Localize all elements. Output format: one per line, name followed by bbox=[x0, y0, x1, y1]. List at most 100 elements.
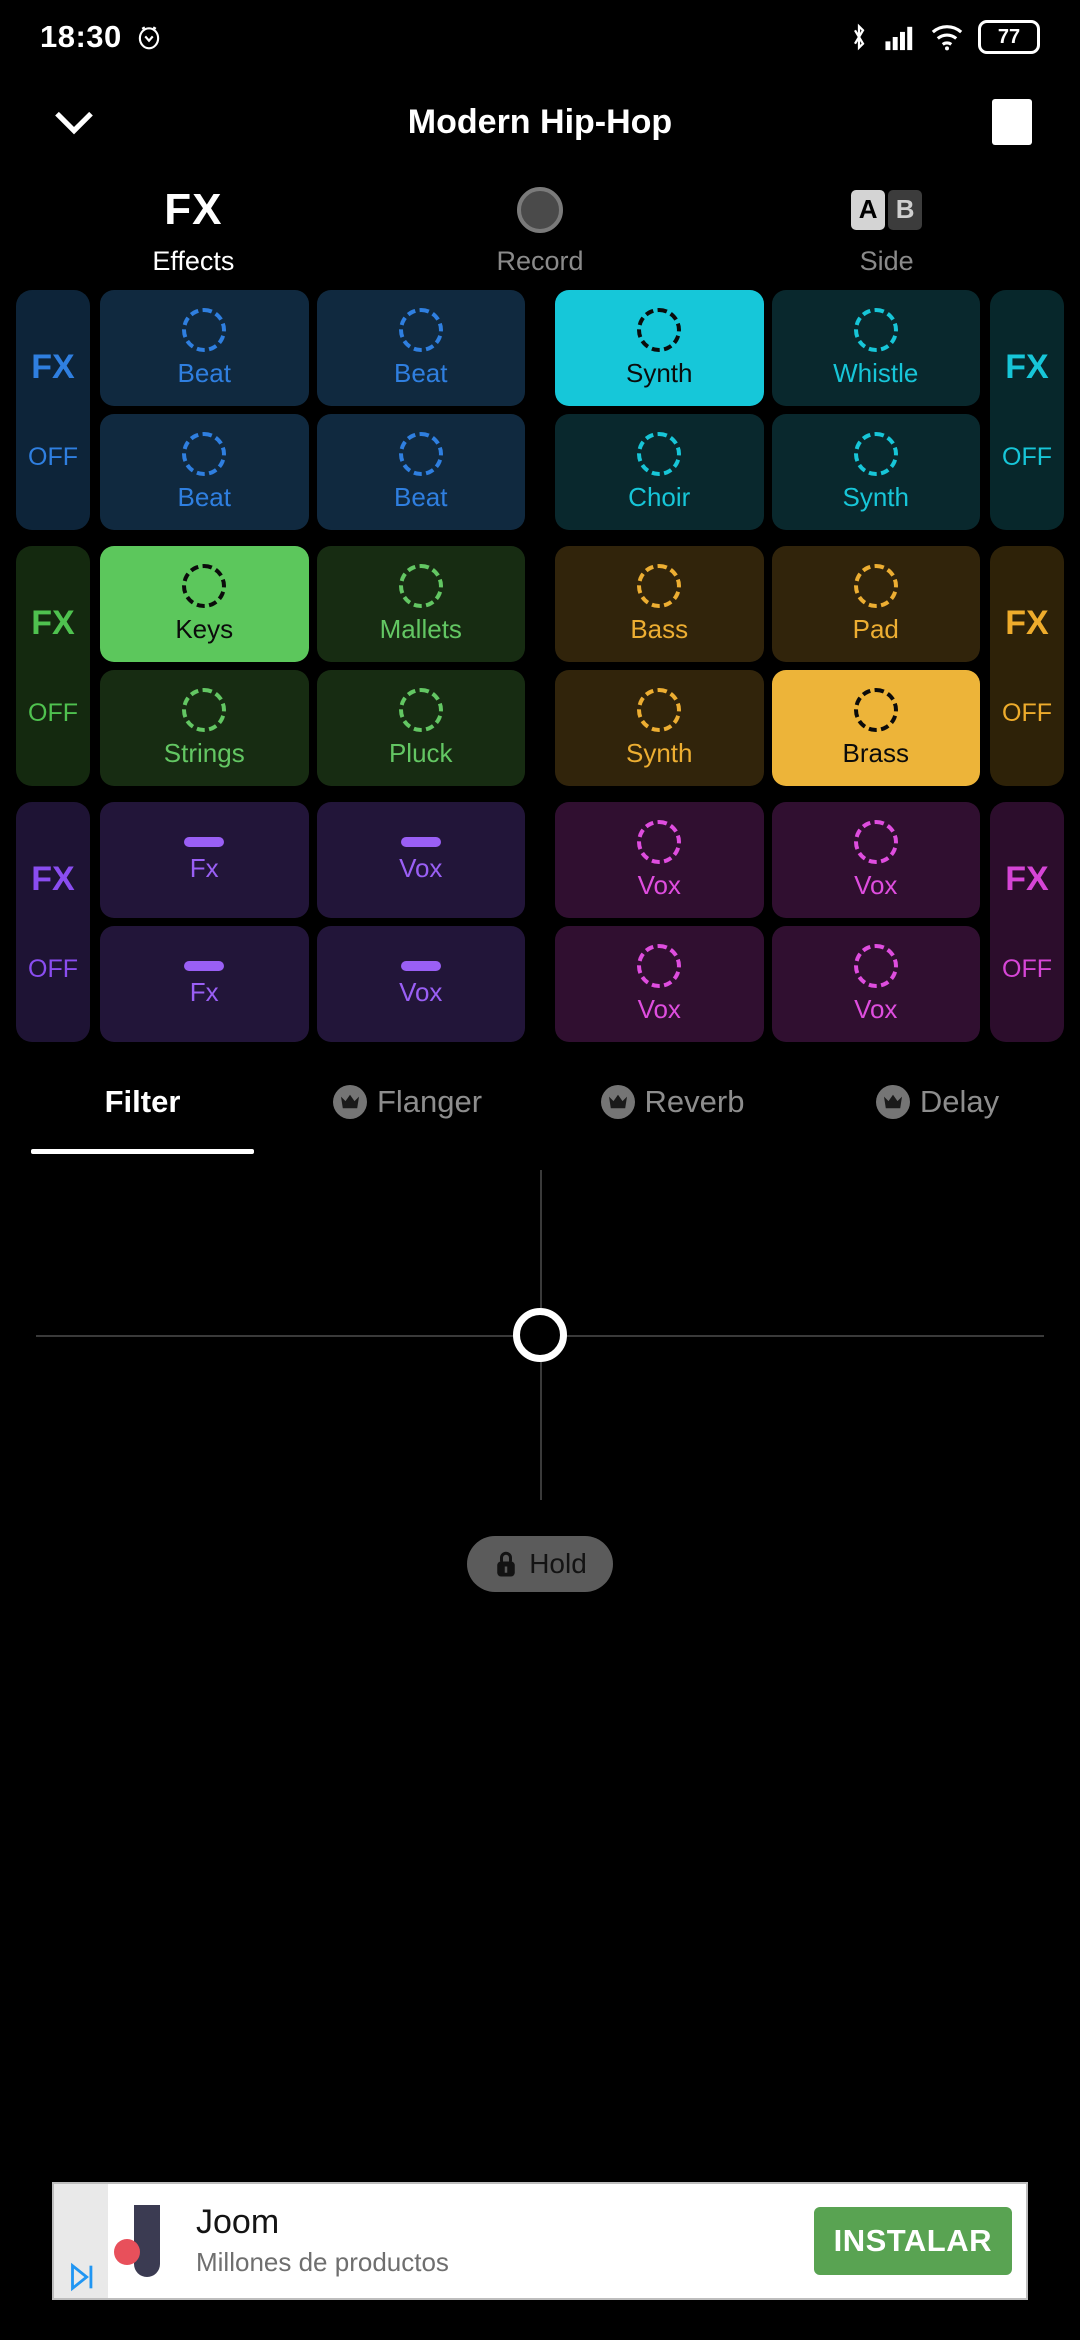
tab-delay[interactable]: Delay bbox=[805, 1058, 1070, 1146]
status-bar: 18:30 77 bbox=[0, 0, 1080, 74]
fx-column-right-green[interactable]: FX OFF bbox=[990, 546, 1064, 786]
dashed-ring-icon bbox=[182, 431, 227, 476]
pad-brass[interactable]: Brass bbox=[771, 670, 980, 786]
pad-fx-2[interactable]: Fx bbox=[100, 926, 309, 1042]
tab-label: Reverb bbox=[644, 1084, 745, 1119]
hold-button[interactable]: Hold bbox=[467, 1536, 613, 1592]
chevron-down-icon bbox=[55, 111, 93, 135]
fx-column-left-blue[interactable]: FX OFF bbox=[16, 290, 90, 530]
pad-label: Vox bbox=[399, 976, 443, 1007]
dashed-ring-icon bbox=[182, 307, 227, 352]
fx-title: FX bbox=[1005, 860, 1049, 898]
pad-synth-3[interactable]: Synth bbox=[555, 670, 764, 786]
pad-section-blue: FX OFF Beat Beat Beat Beat Synth Whistle… bbox=[16, 290, 1064, 530]
fx-state: OFF bbox=[28, 699, 78, 727]
tool-record[interactable]: Record bbox=[367, 184, 714, 277]
pad-keys[interactable]: Keys bbox=[100, 546, 309, 662]
pad-label: Beat bbox=[394, 357, 448, 388]
pad-label: Keys bbox=[175, 613, 234, 644]
xy-pad[interactable] bbox=[0, 1170, 1080, 1500]
pad-row: Vox Vox bbox=[555, 926, 980, 1042]
xy-knob-icon[interactable] bbox=[513, 1308, 567, 1362]
pad-vox-3[interactable]: Vox bbox=[555, 802, 764, 918]
pad-row: Strings Pluck bbox=[100, 670, 525, 786]
dashed-ring-icon bbox=[637, 819, 682, 864]
pad-strings[interactable]: Strings bbox=[100, 670, 309, 786]
pad-synth-1[interactable]: Synth bbox=[555, 290, 764, 406]
pad-group-green-left: Keys Mallets Strings Pluck bbox=[100, 546, 525, 786]
dashed-ring-icon bbox=[637, 687, 682, 732]
status-bar-right: 77 bbox=[848, 20, 1040, 54]
pad-synth-2[interactable]: Synth bbox=[771, 414, 980, 530]
ad-choices-icon[interactable] bbox=[54, 2184, 108, 2298]
pad-choir[interactable]: Choir bbox=[555, 414, 764, 530]
dashed-ring-icon bbox=[853, 819, 898, 864]
wifi-icon bbox=[931, 25, 963, 51]
fx-glyph: FX bbox=[164, 184, 223, 234]
pad-pluck[interactable]: Pluck bbox=[316, 670, 525, 786]
tab-label: Filter bbox=[104, 1084, 181, 1119]
pad-vox-1[interactable]: Vox bbox=[316, 802, 525, 918]
battery-level: 77 bbox=[997, 25, 1021, 48]
ad-install-button[interactable]: INSTALAR bbox=[813, 2207, 1012, 2275]
collapse-button[interactable] bbox=[48, 96, 100, 148]
pad-vox-6[interactable]: Vox bbox=[771, 926, 980, 1042]
pad-fx-1[interactable]: Fx bbox=[100, 802, 309, 918]
pad-bass[interactable]: Bass bbox=[555, 546, 764, 662]
ad-text: Joom Millones de productos bbox=[186, 2202, 814, 2278]
pad-beat-2[interactable]: Beat bbox=[316, 290, 525, 406]
pad-group-purple-left: Fx Vox Fx Vox bbox=[100, 802, 525, 1042]
tool-side[interactable]: A B Side bbox=[713, 184, 1060, 277]
fx-state: OFF bbox=[1002, 699, 1052, 727]
pad-label: Beat bbox=[177, 481, 232, 512]
ad-banner[interactable]: Joom Millones de productos INSTALAR bbox=[52, 2182, 1028, 2300]
pad-pad[interactable]: Pad bbox=[771, 546, 980, 662]
pad-beat-4[interactable]: Beat bbox=[316, 414, 525, 530]
fx-column-right-blue[interactable]: FX OFF bbox=[990, 290, 1064, 530]
pad-mallets[interactable]: Mallets bbox=[316, 546, 525, 662]
pad-vox-4[interactable]: Vox bbox=[771, 802, 980, 918]
tab-flanger[interactable]: Flanger bbox=[275, 1058, 540, 1146]
pad-section-purple: FX OFF Fx Vox Fx Vox Vox Vox Vox Vox FX … bbox=[16, 802, 1064, 1042]
tab-reverb[interactable]: Reverb bbox=[540, 1058, 805, 1146]
pad-vox-5[interactable]: Vox bbox=[555, 926, 764, 1042]
section-divider bbox=[535, 802, 545, 1042]
fx-column-left-green[interactable]: FX OFF bbox=[16, 546, 90, 786]
tool-record-label: Record bbox=[496, 245, 584, 276]
ad-subtitle: Millones de productos bbox=[196, 2247, 449, 2278]
tool-effects-label: Effects bbox=[152, 245, 235, 276]
pad-beat-1[interactable]: Beat bbox=[100, 290, 309, 406]
side-b-option[interactable]: B bbox=[888, 189, 923, 230]
fx-column-right-purple[interactable]: FX OFF bbox=[990, 802, 1064, 1042]
pad-row: Keys Mallets bbox=[100, 546, 525, 662]
pad-label: Choir bbox=[628, 481, 691, 512]
section-divider bbox=[535, 290, 545, 530]
fx-state: OFF bbox=[28, 443, 78, 471]
tab-filter[interactable]: Filter bbox=[10, 1058, 275, 1154]
pad-grid: FX OFF Beat Beat Beat Beat Synth Whistle… bbox=[0, 290, 1080, 1042]
pad-label: Synth bbox=[626, 737, 693, 768]
ad-title: Joom bbox=[196, 2202, 280, 2241]
pad-beat-3[interactable]: Beat bbox=[100, 414, 309, 530]
pad-whistle[interactable]: Whistle bbox=[771, 290, 980, 406]
pad-vox-2[interactable]: Vox bbox=[316, 926, 525, 1042]
pad-label: Mallets bbox=[379, 613, 462, 644]
tool-effects[interactable]: FX Effects bbox=[20, 184, 367, 277]
pad-label: Fx bbox=[189, 852, 219, 883]
dashed-ring-icon bbox=[182, 563, 227, 608]
pad-label: Fx bbox=[189, 976, 219, 1007]
tab-label: Flanger bbox=[376, 1084, 483, 1119]
pad-row: Fx Vox bbox=[100, 802, 525, 918]
dashed-ring-icon bbox=[398, 431, 443, 476]
page-title: Modern Hip-Hop bbox=[407, 102, 673, 141]
pad-label: Brass bbox=[842, 737, 909, 768]
alarm-icon bbox=[138, 26, 159, 50]
lock-icon bbox=[497, 1551, 515, 1577]
fx-column-left-purple[interactable]: FX OFF bbox=[16, 802, 90, 1042]
stop-button[interactable] bbox=[992, 99, 1032, 145]
side-a-option[interactable]: A bbox=[851, 189, 886, 230]
pad-label: Vox bbox=[399, 852, 443, 883]
tab-active-indicator bbox=[31, 1149, 254, 1154]
hold-row: Hold bbox=[0, 1536, 1080, 1592]
record-circle-icon bbox=[367, 184, 714, 236]
